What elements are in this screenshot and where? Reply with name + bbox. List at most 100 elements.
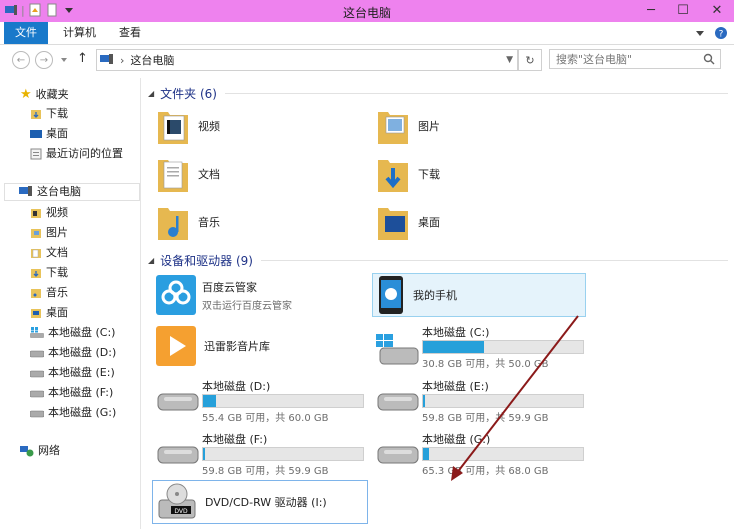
sidebar-item-downloads[interactable]: 下载	[30, 105, 68, 123]
sidebar-item-drive-e[interactable]: 本地磁盘 (E:)	[30, 364, 115, 382]
maximize-button[interactable]: ☐	[666, 0, 700, 20]
up-button[interactable]: ↑	[77, 51, 88, 66]
folder-label: 图片	[418, 120, 440, 133]
download-folder-icon	[31, 110, 41, 119]
help-icon[interactable]: ?	[714, 26, 728, 40]
folder-downloads[interactable]: 下载	[376, 154, 440, 194]
sidebar-item-pictures[interactable]: 图片	[30, 224, 68, 242]
sidebar-item-downloads-2[interactable]: 下载	[30, 264, 68, 282]
sidebar-item-drive-f[interactable]: 本地磁盘 (F:)	[30, 384, 113, 402]
computer-icon	[19, 186, 32, 196]
drive-usage-fill	[203, 448, 205, 460]
sidebar-item-drive-g[interactable]: 本地磁盘 (G:)	[30, 404, 116, 422]
search-input[interactable]: 搜索"这台电脑"	[549, 49, 721, 69]
minimize-button[interactable]: ─	[634, 0, 668, 20]
sidebar-item-recent[interactable]: 最近访问的位置	[30, 145, 123, 163]
section-divider	[260, 259, 728, 261]
sidebar-item-label: 本地磁盘 (G:)	[48, 406, 117, 419]
drive-usage-fill	[423, 341, 484, 353]
sidebar-item-label: 桌面	[46, 127, 68, 140]
tab-computer[interactable]: 计算机	[52, 22, 107, 44]
sidebar-item-music[interactable]: 音乐	[30, 284, 68, 302]
windows-drive-icon	[30, 327, 44, 338]
drive-capacity: 65.3 GB 可用，共 68.0 GB	[422, 466, 549, 477]
document-folder-icon	[158, 160, 188, 192]
address-box[interactable]: › 这台电脑 ▼	[96, 49, 518, 71]
sidebar-item-label: 音乐	[46, 286, 68, 299]
sidebar-item-label: 下载	[46, 266, 68, 279]
folder-desktop[interactable]: 桌面	[376, 202, 440, 242]
drive-usage-bar	[422, 394, 584, 408]
drive-icon	[377, 393, 419, 411]
app-my-phone[interactable]: 我的手机	[372, 273, 586, 317]
drive-usage-bar	[202, 447, 364, 461]
folder-documents[interactable]: 文档	[156, 154, 220, 194]
sidebar-item-label: 本地磁盘 (C:)	[48, 326, 116, 339]
collapse-icon[interactable]: ◢	[148, 256, 154, 265]
drive-icon	[30, 390, 44, 398]
drive-dvd[interactable]: DVD DVD/CD-RW 驱动器 (I:)	[152, 480, 368, 524]
sidebar-item-label: 最近访问的位置	[46, 147, 123, 160]
drive-capacity: 30.8 GB 可用，共 50.0 GB	[422, 359, 549, 370]
recent-locations-icon[interactable]	[60, 56, 68, 64]
ribbon: 文件 计算机 查看 ?	[0, 22, 734, 45]
breadcrumb[interactable]: 这台电脑	[130, 52, 174, 68]
address-dropdown-icon[interactable]: ▼	[506, 55, 513, 65]
section-title: 文件夹 (6)	[160, 86, 217, 101]
sidebar-item-videos[interactable]: 视频	[30, 204, 68, 222]
sidebar-item-drive-c[interactable]: 本地磁盘 (C:)	[30, 324, 115, 342]
sidebar-item-label: 文档	[46, 246, 68, 259]
xunlei-video-icon	[156, 326, 196, 366]
drive-d[interactable]: 本地磁盘 (D:) 55.4 GB 可用，共 60.0 GB	[154, 376, 366, 424]
sidebar-item-label: 本地磁盘 (F:)	[48, 386, 114, 399]
search-icon[interactable]	[703, 53, 715, 65]
phone-icon	[379, 276, 403, 314]
app-description: 双击运行百度云管家	[202, 300, 292, 312]
drive-f[interactable]: 本地磁盘 (F:) 59.8 GB 可用，共 59.9 GB	[154, 429, 366, 477]
video-folder-icon	[158, 112, 188, 144]
tab-view[interactable]: 查看	[108, 22, 152, 44]
folders-section-header[interactable]: ◢ 文件夹 (6)	[148, 84, 728, 102]
star-icon: ★	[20, 87, 32, 102]
sidebar-item-label: 收藏夹	[35, 88, 69, 101]
sidebar-item-label: 桌面	[46, 306, 68, 319]
sidebar-item-network[interactable]: 网络	[20, 442, 60, 460]
app-baidu-cloud[interactable]: 百度云管家 双击运行百度云管家	[156, 274, 368, 316]
baidu-cloud-icon	[156, 275, 196, 315]
sidebar-item-documents[interactable]: 文档	[30, 244, 68, 262]
sidebar-item-label: 网络	[38, 444, 60, 457]
download-folder-icon	[31, 269, 41, 278]
sidebar-item-favorites[interactable]: ★ 收藏夹	[20, 86, 69, 104]
sidebar-item-drive-d[interactable]: 本地磁盘 (D:)	[30, 344, 116, 362]
sidebar-item-desktop-2[interactable]: 桌面	[30, 304, 68, 322]
folder-music[interactable]: 音乐	[156, 202, 220, 242]
drive-e[interactable]: 本地磁盘 (E:) 59.8 GB 可用，共 59.9 GB	[374, 376, 586, 424]
sidebar-item-this-pc[interactable]: 这台电脑	[4, 183, 140, 201]
network-icon	[20, 446, 34, 457]
folder-videos[interactable]: 视频	[156, 106, 220, 146]
app-name: 我的手机	[413, 289, 457, 302]
app-name: 百度云管家	[202, 280, 257, 294]
sidebar-item-label: 本地磁盘 (E:)	[48, 366, 115, 379]
drive-c[interactable]: 本地磁盘 (C:) 30.8 GB 可用，共 50.0 GB	[374, 322, 586, 370]
app-xunlei-video[interactable]: 迅雷影音片库	[156, 326, 270, 366]
breadcrumb-chevron-icon[interactable]: ›	[120, 54, 124, 67]
devices-section-header[interactable]: ◢ 设备和驱动器 (9)	[148, 251, 728, 269]
folder-label: 视频	[198, 120, 220, 133]
forward-button[interactable]: →	[35, 51, 53, 69]
tab-file[interactable]: 文件	[4, 22, 48, 44]
refresh-button[interactable]: ↻	[518, 49, 542, 71]
drive-g[interactable]: 本地磁盘 (G:) 65.3 GB 可用，共 68.0 GB	[374, 429, 586, 477]
collapse-icon[interactable]: ◢	[148, 89, 154, 98]
download-folder-icon	[378, 160, 408, 192]
section-divider	[224, 92, 728, 94]
app-name: 迅雷影音片库	[204, 340, 270, 353]
dvd-drive-icon: DVD	[158, 483, 196, 519]
expand-ribbon-icon[interactable]	[694, 27, 706, 39]
folder-pictures[interactable]: 图片	[376, 106, 440, 146]
back-button[interactable]: ←	[12, 51, 30, 69]
sidebar-item-desktop[interactable]: 桌面	[30, 125, 68, 143]
address-toolbar: ← → ↑ › 这台电脑 ▼ ↻ 搜索"这台电脑"	[0, 48, 734, 72]
desktop-folder-icon	[378, 208, 408, 240]
close-button[interactable]: ✕	[700, 0, 734, 20]
